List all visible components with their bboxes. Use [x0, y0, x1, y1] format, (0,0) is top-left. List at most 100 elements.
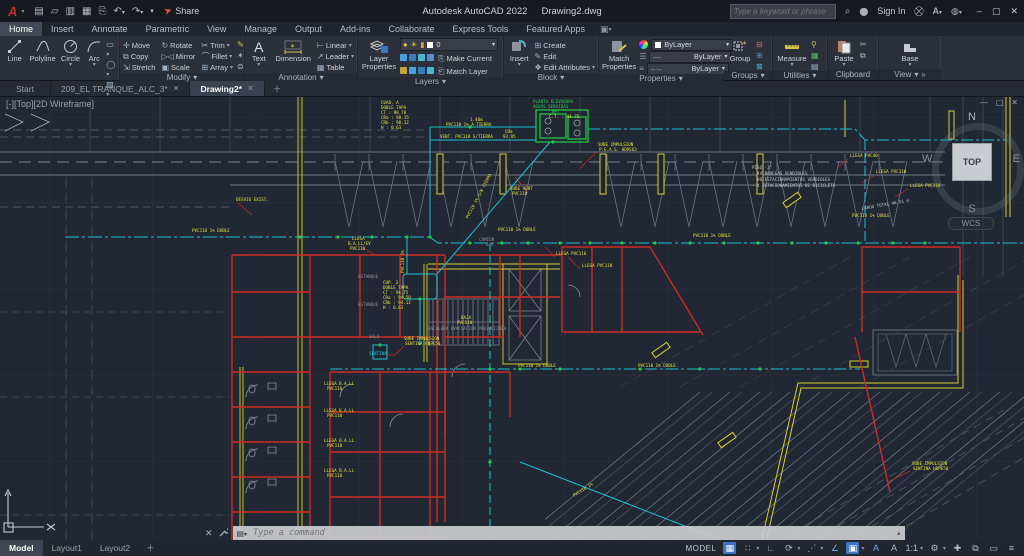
viewcube-west[interactable]: W — [922, 153, 932, 165]
annotation-visibility-toggle[interactable]: A — [869, 542, 882, 554]
tab-parametric[interactable]: Parametric — [137, 22, 199, 36]
erase-icon[interactable]: ✎ — [237, 40, 244, 49]
signin-label[interactable]: Sign In — [877, 6, 905, 16]
move-button[interactable]: ✛Move — [123, 41, 155, 50]
tab-view[interactable]: View — [198, 22, 235, 36]
explode-icon[interactable]: ✶ — [237, 51, 244, 60]
rectangle-icon[interactable]: ▭ ▾ — [106, 40, 116, 58]
file-tab-doc1[interactable]: 209_EL TRANQUE_ALC_3*✕ — [51, 81, 190, 96]
command-recent-icon[interactable]: ▴ — [897, 529, 901, 537]
leader-button[interactable]: ↗Leader▾ — [317, 52, 354, 61]
panel-title-layers[interactable]: Layers▾ — [358, 77, 503, 86]
layer-tool-icon[interactable] — [418, 67, 425, 74]
layer-tool-icon[interactable] — [418, 54, 425, 61]
workspace-switching-gear[interactable]: ⚙ — [928, 542, 941, 554]
cad-drawing[interactable]: PLANTA ELEVADORAAGUAS SERVIDASNPTC.T. : … — [0, 97, 1024, 540]
restore-button[interactable]: ▢ — [992, 6, 1001, 17]
autodesk-a-icon[interactable]: A▾ — [933, 6, 943, 16]
chevron-down-icon[interactable]: ▾ — [920, 545, 923, 552]
edit-attributes-button[interactable]: ❖Edit Attributes▾ — [535, 63, 595, 72]
save-icon[interactable]: ▥ — [66, 6, 75, 17]
help-search-box[interactable] — [730, 4, 836, 19]
drawing-canvas[interactable]: [-][Top][2D Wireframe] — ▢ ✕ — [0, 97, 1024, 540]
color-wheel-icon[interactable] — [639, 40, 648, 49]
viewcube-wcs-menu[interactable]: WCS — [948, 217, 994, 230]
viewcube-north[interactable]: N — [928, 111, 1016, 123]
command-close-icon[interactable]: ✕ — [205, 528, 213, 539]
line-button[interactable]: Line — [3, 38, 26, 63]
share-button[interactable]: ➤ Share — [164, 6, 199, 17]
quick-calc-icon[interactable]: ▦ — [811, 51, 819, 60]
arc-button[interactable]: Arc▾ — [85, 38, 103, 67]
panel-title-properties[interactable]: Properties▾ — [599, 74, 723, 83]
trim-button[interactable]: ✂Trim▾ — [201, 41, 233, 50]
cut-icon[interactable]: ✂ — [860, 40, 867, 49]
hardware-acceleration-button[interactable]: ▭ — [987, 542, 1000, 554]
panel-title-view[interactable]: View▾» — [879, 69, 941, 80]
panel-overflow-icon[interactable]: » — [921, 70, 925, 79]
qat-more-icon[interactable]: ▾ — [150, 7, 154, 15]
ribbon-display-toggle[interactable]: ▣▾ — [600, 22, 612, 36]
stretch-button[interactable]: ⇲Stretch — [123, 63, 155, 72]
create-block-button[interactable]: ⊞Create — [535, 41, 595, 50]
layer-tool-icon[interactable] — [400, 54, 407, 61]
linetype-dropdown[interactable]: –·–ByLayer ▾ — [647, 63, 729, 75]
help-icon[interactable]: ◍▾ — [951, 6, 962, 17]
edit-block-button[interactable]: ✎Edit — [535, 52, 595, 61]
chevron-down-icon[interactable]: ▾ — [820, 545, 823, 552]
tab-collaborate[interactable]: Collaborate — [380, 22, 444, 36]
tab-express-tools[interactable]: Express Tools — [444, 22, 518, 36]
app-store-cart-icon[interactable]: ⛒ — [914, 6, 923, 17]
ortho-mode-toggle[interactable]: ∟ — [764, 542, 777, 554]
tab-insert[interactable]: Insert — [42, 22, 83, 36]
ellipse-icon[interactable]: ◯ ▾ — [106, 60, 116, 78]
undo-icon[interactable]: ↶▾ — [113, 6, 124, 17]
chevron-down-icon[interactable]: ▾ — [943, 545, 946, 552]
base-button[interactable]: Base▾ — [895, 38, 925, 67]
copy-button[interactable]: ⧉Copy — [123, 52, 155, 62]
new-file-icon[interactable]: ▤ — [34, 6, 43, 17]
command-input-bar[interactable]: ▤▾ ▴ — [233, 526, 905, 540]
text-button[interactable]: A Text▾ — [248, 38, 270, 67]
command-wrench-icon[interactable] — [219, 528, 228, 539]
tab-addins[interactable]: Add-ins — [331, 22, 380, 36]
isodraft-toggle[interactable]: ⋰ — [805, 542, 818, 554]
chevron-down-icon[interactable]: ▾ — [797, 545, 800, 552]
layer-tool-icon[interactable] — [427, 54, 434, 61]
id-point-icon[interactable]: ▤ — [811, 62, 819, 71]
lineweight-icon[interactable]: ☰ — [639, 52, 646, 61]
annotation-scale-value[interactable]: 1:1 — [905, 542, 918, 554]
doc-minimize-button[interactable]: — — [980, 98, 988, 107]
tab-output[interactable]: Output — [286, 22, 331, 36]
array-button[interactable]: ⊞Array▾ — [201, 63, 233, 72]
measure-button[interactable]: Measure▾ — [776, 38, 808, 67]
redo-icon[interactable]: ↷▾ — [132, 6, 143, 17]
object-snap-toggle[interactable]: ▣ — [846, 542, 859, 554]
linetype-icon[interactable]: ≡ — [639, 64, 644, 73]
polyline-button[interactable]: Polyline — [29, 38, 55, 63]
object-color-dropdown[interactable]: ByLayer ▾ — [651, 39, 733, 51]
insert-button[interactable]: Insert▾ — [507, 38, 532, 67]
match-layer-button[interactable]: ⎗ Match Layer — [438, 67, 488, 77]
copy-clip-icon[interactable]: ⧉ — [860, 51, 867, 61]
new-drawing-tab-button[interactable]: ＋ — [265, 81, 290, 96]
isolate-objects-button[interactable]: ⧉ — [969, 542, 982, 554]
unlock-icon[interactable]: ▮ — [420, 40, 424, 49]
close-icon[interactable]: ✕ — [173, 84, 180, 93]
autocad-logo-icon[interactable]: A — [8, 4, 17, 19]
chevron-down-icon[interactable]: ▾ — [21, 8, 24, 15]
model-space-badge[interactable]: MODEL — [685, 544, 716, 553]
panel-title-groups[interactable]: Groups▾ — [724, 71, 772, 80]
sun-icon[interactable]: ☀ — [411, 40, 418, 49]
polar-tracking-toggle[interactable]: ⟳ — [782, 542, 795, 554]
layer-tool-icon[interactable] — [409, 67, 416, 74]
offset-icon[interactable]: ⊜ — [237, 62, 244, 71]
layer-dropdown[interactable]: ● ☀ ▮ 0 ▾ — [400, 38, 498, 51]
annotation-monitor-button[interactable]: ✚ — [951, 542, 964, 554]
linear-button[interactable]: ⊢Linear▾ — [317, 41, 354, 50]
group-button[interactable]: ✶ Group — [727, 38, 753, 63]
ungroup-icon[interactable]: ⊟ — [756, 40, 763, 49]
customization-menu[interactable]: ≡ — [1005, 542, 1018, 554]
user-avatar-icon[interactable]: ⬤ — [859, 7, 868, 16]
layer-tool-icon[interactable] — [400, 67, 407, 74]
